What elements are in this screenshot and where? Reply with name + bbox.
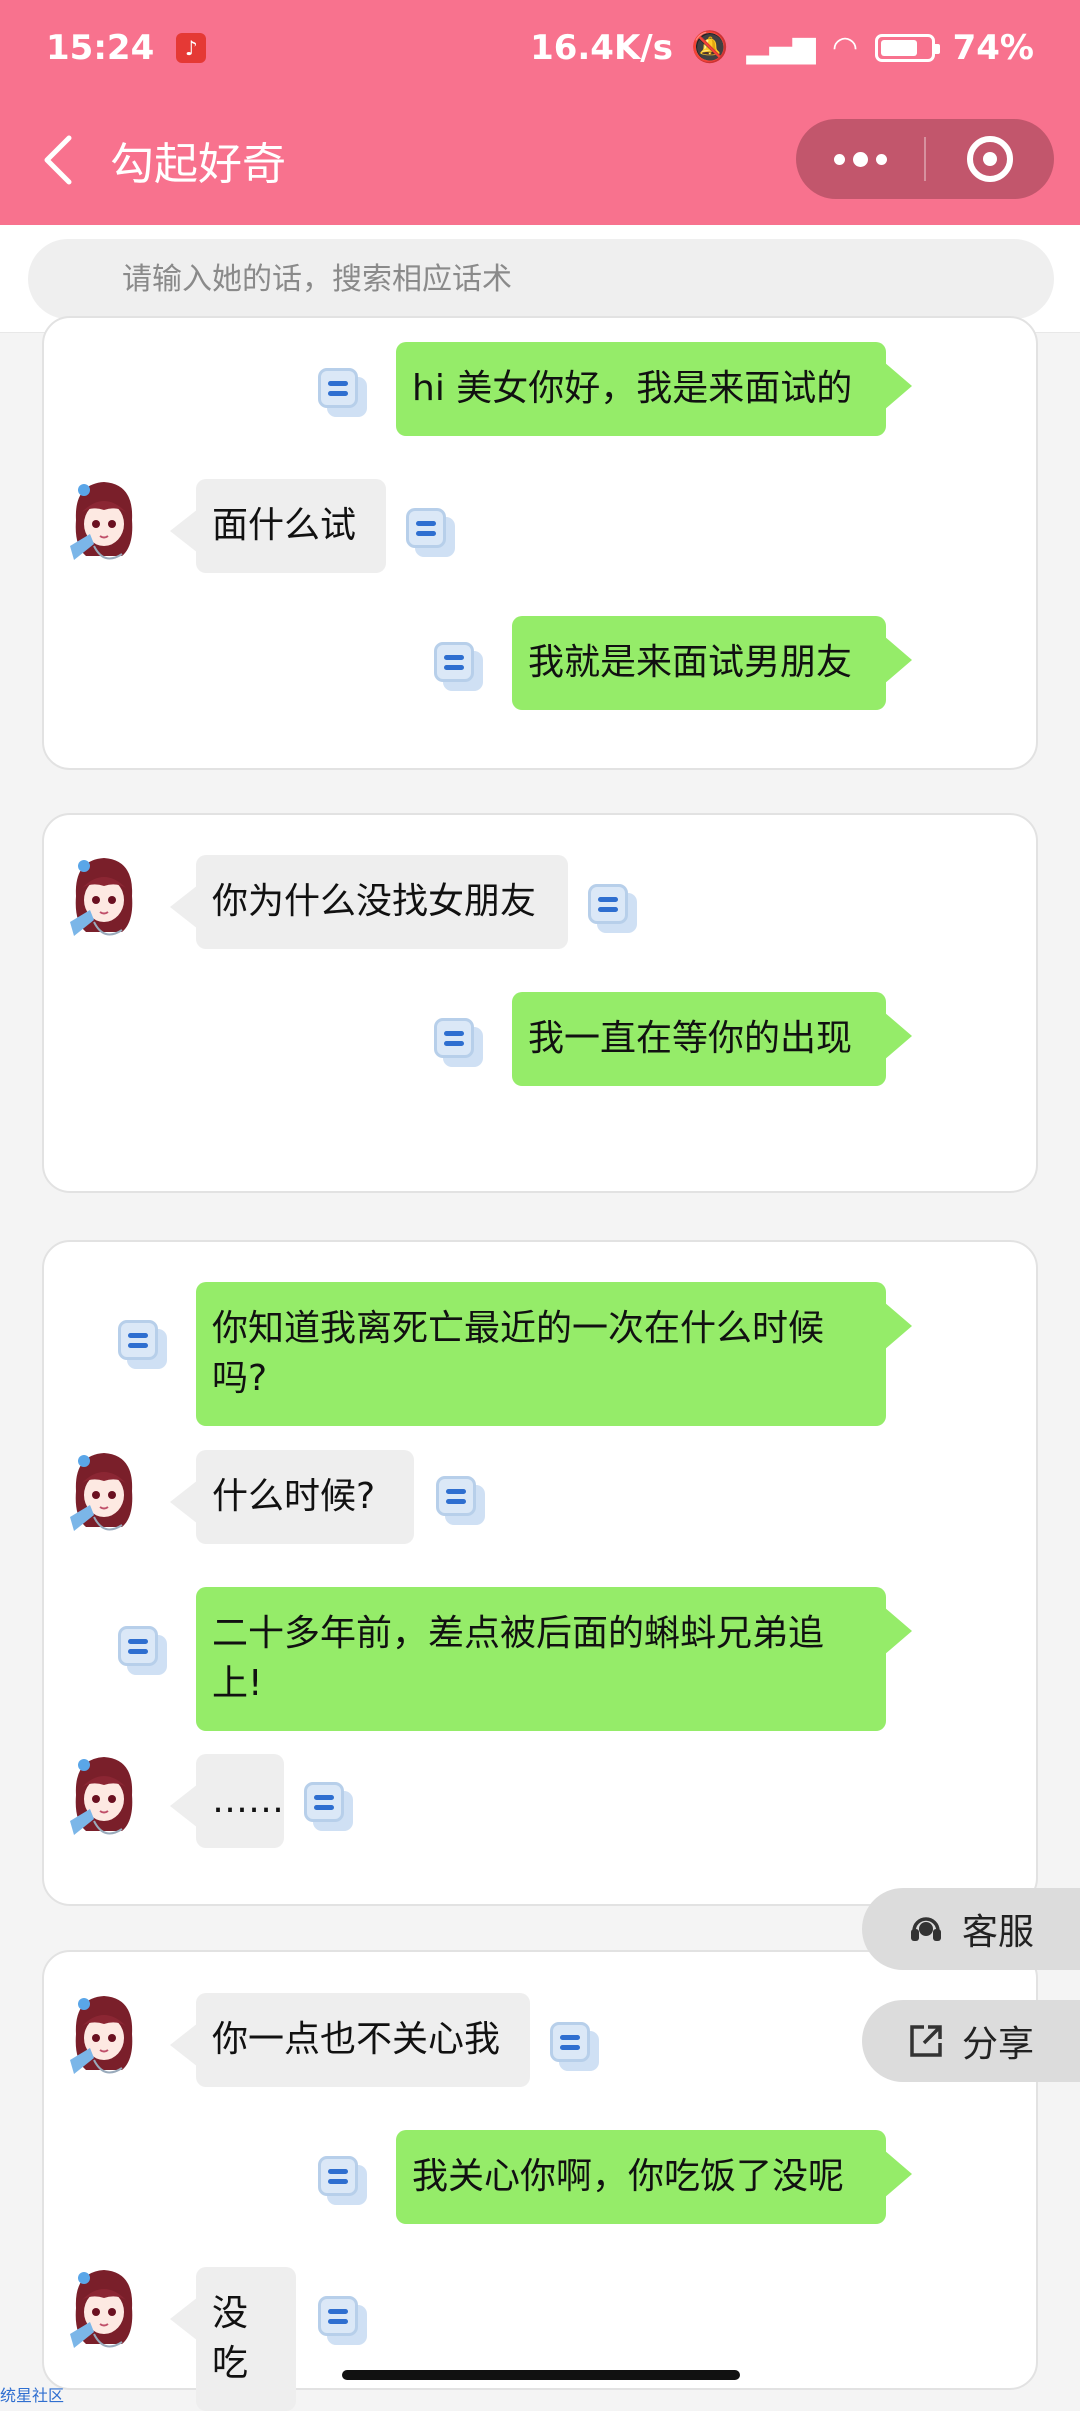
girl-avatar bbox=[64, 852, 144, 942]
target-icon bbox=[967, 136, 1013, 182]
copy-icon[interactable] bbox=[118, 1320, 168, 1372]
dot bbox=[833, 153, 845, 165]
her-message-bubble[interactable]: 你为什么没找女朋友 bbox=[170, 855, 568, 949]
her-message-bubble[interactable]: 什么时候? bbox=[170, 1450, 414, 1544]
search-input[interactable] bbox=[28, 239, 1054, 319]
signal-icon: ▂▄▆ bbox=[746, 30, 816, 65]
share-label: 分享 bbox=[962, 2024, 1035, 2065]
copy-icon[interactable] bbox=[318, 2296, 368, 2348]
girl-avatar bbox=[64, 2264, 144, 2354]
netease-music-icon: ♪ bbox=[176, 32, 207, 63]
copy-icon[interactable] bbox=[550, 2022, 600, 2074]
status-time: 15:24 bbox=[46, 27, 155, 68]
status-right: 16.4K/s 🔕 ▂▄▆ ◠ 74% bbox=[530, 28, 1034, 68]
my-message-bubble[interactable]: 我关心你啊，你吃饭了没呢 bbox=[396, 2130, 912, 2224]
close-button[interactable] bbox=[926, 119, 1054, 199]
home-indicator bbox=[342, 2370, 740, 2380]
girl-avatar bbox=[64, 1447, 144, 1537]
copy-icon[interactable] bbox=[118, 1626, 168, 1678]
page-title: 勾起好奇 bbox=[110, 139, 286, 190]
back-button[interactable] bbox=[12, 95, 102, 225]
chevron-left-icon bbox=[44, 135, 72, 185]
my-message-bubble[interactable]: 你知道我离死亡最近的一次在什么时候吗? bbox=[196, 1282, 912, 1426]
dot bbox=[875, 153, 887, 165]
her-message-bubble[interactable]: 面什么试 bbox=[170, 479, 386, 573]
my-message-bubble[interactable]: 我一直在等你的出现 bbox=[512, 992, 912, 1086]
copy-icon[interactable] bbox=[588, 884, 638, 936]
status-bar: 15:24 ♪ 16.4K/s 🔕 ▂▄▆ ◠ 74% bbox=[0, 0, 1080, 95]
headset-icon bbox=[911, 1917, 941, 1941]
customer-service-button[interactable]: 客服 bbox=[862, 1888, 1080, 1970]
mute-icon: 🔕 bbox=[690, 30, 729, 65]
customer-service-label: 客服 bbox=[962, 1912, 1035, 1953]
my-message-bubble[interactable]: 我就是来面试男朋友 bbox=[512, 616, 912, 710]
battery-icon bbox=[874, 33, 940, 62]
watermark: 统星社区 bbox=[0, 2386, 65, 2405]
more-button[interactable] bbox=[796, 119, 924, 199]
girl-avatar bbox=[64, 476, 144, 566]
battery-percent: 74% bbox=[952, 27, 1034, 68]
mini-program-capsule bbox=[796, 119, 1054, 199]
share-button[interactable]: 分享 bbox=[862, 2000, 1080, 2082]
her-message-bubble[interactable]: …… bbox=[170, 1754, 284, 1848]
copy-icon[interactable] bbox=[434, 1018, 484, 1070]
girl-avatar bbox=[64, 1751, 144, 1841]
copy-icon[interactable] bbox=[406, 508, 456, 560]
my-message-bubble[interactable]: 二十多年前，差点被后面的蝌蚪兄弟追上! bbox=[196, 1587, 912, 1731]
nav-bar: 勾起好奇 bbox=[0, 95, 1080, 225]
my-message-bubble[interactable]: hi 美女你好，我是来面试的 bbox=[396, 342, 912, 436]
copy-icon[interactable] bbox=[304, 1782, 354, 1834]
copy-icon[interactable] bbox=[318, 2156, 368, 2208]
copy-icon[interactable] bbox=[318, 368, 368, 420]
copy-icon[interactable] bbox=[434, 642, 484, 694]
battery-fill bbox=[880, 39, 917, 56]
girl-avatar bbox=[64, 1990, 144, 2080]
wifi-icon: ◠ bbox=[833, 30, 857, 65]
share-icon bbox=[910, 2025, 942, 2057]
her-message-bubble[interactable]: 你一点也不关心我 bbox=[170, 1993, 530, 2087]
dot bbox=[852, 151, 868, 167]
network-speed: 16.4K/s bbox=[530, 27, 673, 68]
copy-icon[interactable] bbox=[436, 1476, 486, 1528]
her-message-bubble[interactable]: 没吃 bbox=[170, 2267, 296, 2411]
